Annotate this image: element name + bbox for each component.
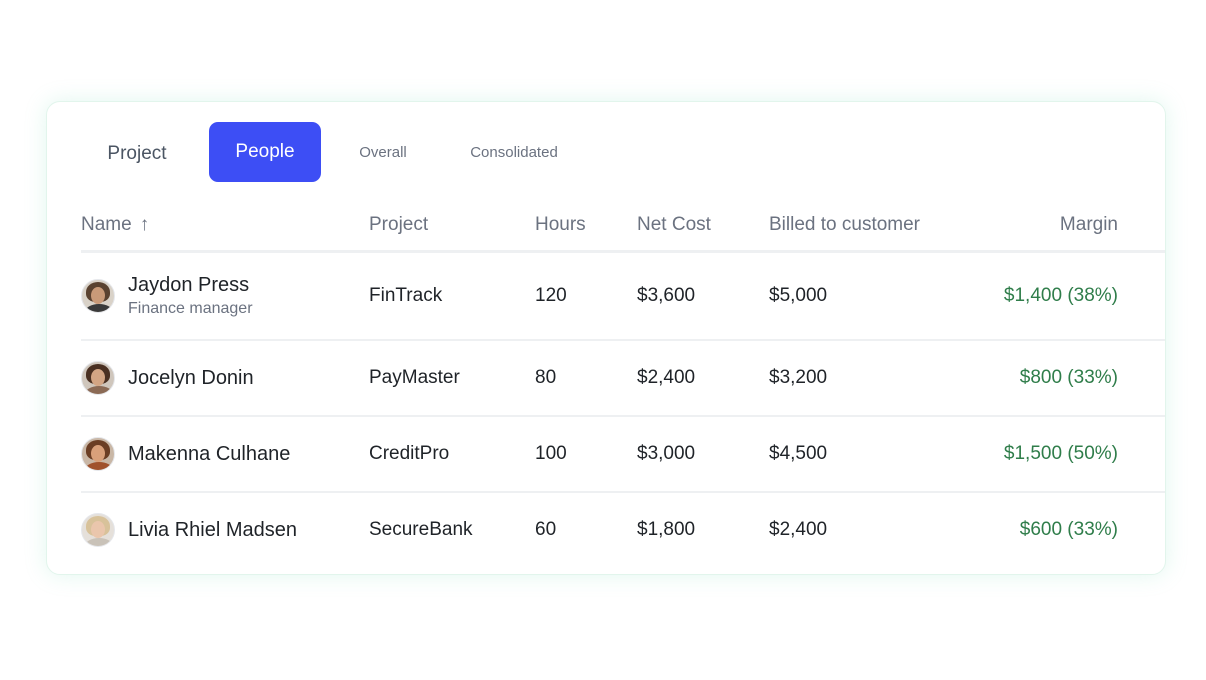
- billed-cell: $5,000: [769, 285, 828, 306]
- margin-cell: $1,400 (38%): [1003, 285, 1118, 306]
- person-name: Livia Rhiel Madsen: [128, 518, 297, 541]
- tab-people[interactable]: People: [209, 122, 321, 182]
- hours-cell: 120: [535, 285, 567, 306]
- person-cell: Livia Rhiel Madsen: [81, 493, 297, 567]
- billed-cell: $3,200: [769, 367, 828, 388]
- billed-cell: $4,500: [769, 443, 828, 464]
- table-row[interactable]: Makenna Culhane CreditPro 100 $3,000 $4,…: [81, 417, 1165, 493]
- margin-cell: $800 (33%): [1019, 367, 1118, 388]
- column-header-name[interactable]: Name ↑: [81, 214, 149, 236]
- hours-cell: 80: [535, 367, 557, 388]
- avatar-icon: [81, 513, 115, 547]
- project-cell: CreditPro: [369, 443, 450, 464]
- billed-cell: $2,400: [769, 519, 828, 540]
- data-card: Project People Overall Consolidated Name…: [46, 101, 1166, 575]
- person-cell: Jocelyn Donin: [81, 341, 254, 415]
- project-cell: PayMaster: [369, 367, 460, 388]
- avatar-icon: [81, 361, 115, 395]
- table-row[interactable]: Livia Rhiel Madsen SecureBank 60 $1,800 …: [81, 493, 1165, 567]
- person-role: Finance manager: [128, 300, 253, 317]
- table-row[interactable]: Jocelyn Donin PayMaster 80 $2,400 $3,200…: [81, 341, 1165, 417]
- person-cell: Makenna Culhane: [81, 417, 290, 491]
- people-table: Name ↑ Project Hours Net Cost Billed to …: [81, 202, 1165, 567]
- project-cell: SecureBank: [369, 519, 473, 540]
- view-tabs: Project People Overall Consolidated: [47, 102, 1165, 192]
- hours-cell: 60: [535, 519, 557, 540]
- person-name: Makenna Culhane: [128, 442, 291, 465]
- column-header-net-cost[interactable]: Net Cost: [637, 214, 711, 236]
- project-cell: FinTrack: [369, 285, 443, 306]
- table-row[interactable]: Jaydon Press Finance manager FinTrack 12…: [81, 253, 1165, 341]
- column-header-project[interactable]: Project: [369, 214, 428, 236]
- column-header-margin[interactable]: Margin: [1060, 214, 1118, 236]
- person-name: Jocelyn Donin: [128, 366, 254, 389]
- net-cost-cell: $3,600: [637, 285, 696, 306]
- arrow-up-icon[interactable]: ↑: [140, 214, 150, 236]
- tab-project[interactable]: Project: [80, 132, 194, 176]
- margin-cell: $600 (33%): [1019, 519, 1118, 540]
- tab-consolidated[interactable]: Consolidated: [449, 132, 579, 172]
- column-header-hours[interactable]: Hours: [535, 214, 586, 236]
- net-cost-cell: $2,400: [637, 367, 696, 388]
- person-name: Jaydon Press: [128, 274, 250, 296]
- hours-cell: 100: [535, 443, 567, 464]
- net-cost-cell: $3,000: [637, 443, 696, 464]
- margin-cell: $1,500 (50%): [1003, 443, 1118, 464]
- tab-overall[interactable]: Overall: [343, 132, 423, 172]
- person-cell: Jaydon Press Finance manager: [81, 253, 253, 339]
- column-header-name-label: Name: [81, 214, 132, 235]
- net-cost-cell: $1,800: [637, 519, 696, 540]
- avatar-icon: [81, 437, 115, 471]
- table-header: Name ↑ Project Hours Net Cost Billed to …: [81, 202, 1165, 253]
- column-header-billed[interactable]: Billed to customer: [769, 214, 920, 236]
- avatar-icon: [81, 279, 115, 313]
